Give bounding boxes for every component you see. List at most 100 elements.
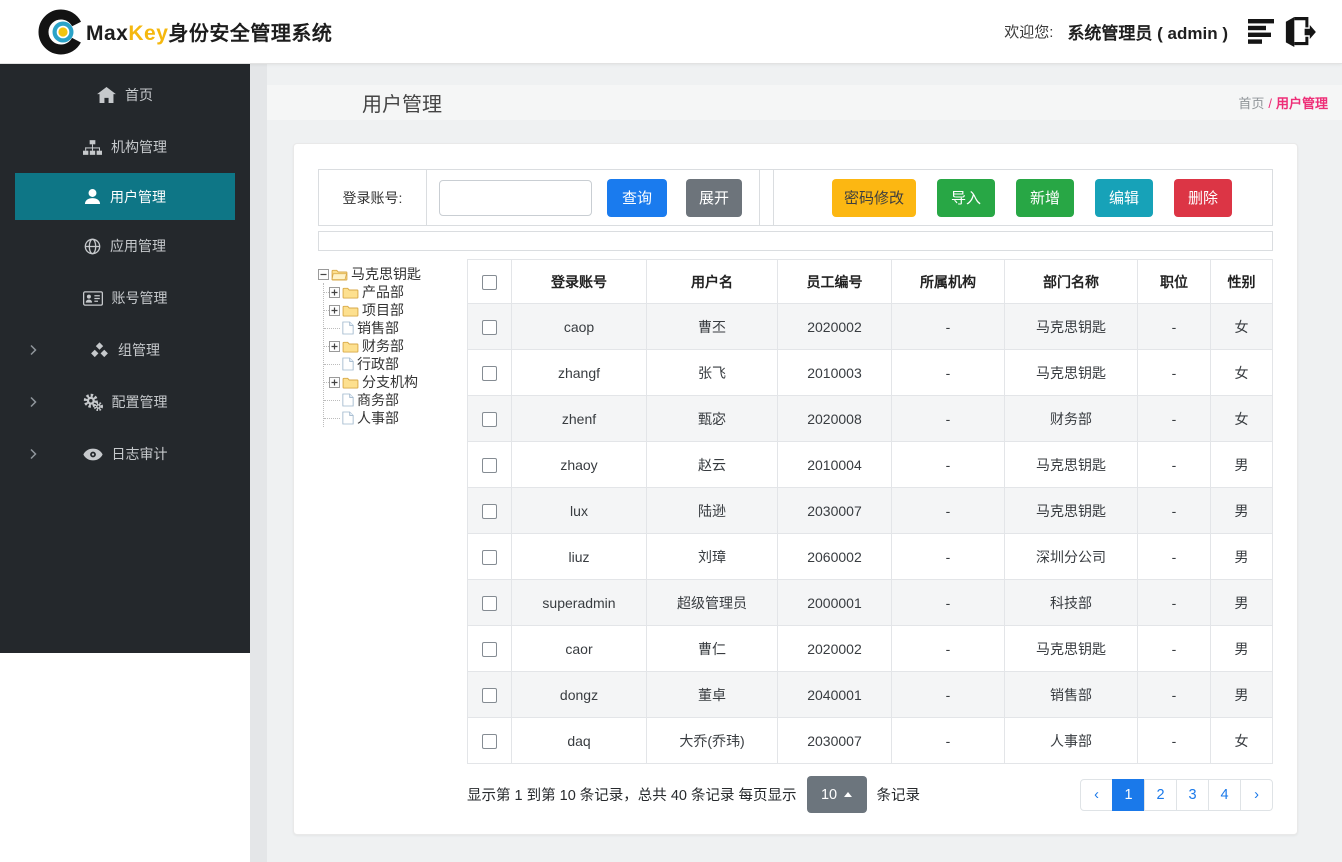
folder-icon xyxy=(342,340,359,353)
page-prev-button[interactable]: ‹ xyxy=(1080,778,1113,811)
page-button-1[interactable]: 1 xyxy=(1112,778,1145,811)
table-cell: 科技部 xyxy=(1004,579,1138,626)
row-checkbox[interactable] xyxy=(482,503,497,519)
column-header: 职位 xyxy=(1137,259,1211,304)
row-checkbox[interactable] xyxy=(482,365,497,381)
table-cell: - xyxy=(891,441,1005,488)
table-cell: - xyxy=(1137,303,1211,350)
sidebar-item-account[interactable]: 账号管理 xyxy=(0,272,250,324)
sidebar-item-config[interactable]: 配置管理 xyxy=(0,376,250,428)
select-all-checkbox[interactable] xyxy=(482,274,497,290)
breadcrumb-home[interactable]: 首页 xyxy=(1238,96,1264,111)
user-table-wrap: 登录账号 用户名 员工编号 所属机构 部门名称 职位 性别 caop 曹丕 2020002- 马克… xyxy=(467,259,1273,813)
chevron-right-icon xyxy=(30,448,37,460)
page-button-3[interactable]: 3 xyxy=(1176,778,1209,811)
topbar: MaxKey身份安全管理系统 欢迎您: 系统管理员 ( admin ) xyxy=(0,0,1342,64)
table-row[interactable]: liuz 刘璋 2060002- 深圳分公司 - 男 xyxy=(467,533,1273,580)
page-button-2[interactable]: 2 xyxy=(1144,778,1177,811)
table-row[interactable]: dongz 董卓 2040001- 销售部 - 男 xyxy=(467,671,1273,718)
row-checkbox[interactable] xyxy=(482,595,497,611)
edit-button[interactable]: 编辑 xyxy=(1095,178,1153,217)
row-checkbox-cell xyxy=(467,533,512,580)
page-size-value: 10 xyxy=(820,786,838,803)
content-card: 登录账号: 查询 展开 密码修改 导入 新增 编辑 删除 马克思钥匙 产品部 项目部 销售部财… xyxy=(293,143,1298,835)
welcome-label: 欢迎您: xyxy=(1004,24,1054,41)
page-size-dropdown[interactable]: 10 xyxy=(806,776,867,813)
table-cell: - xyxy=(1137,395,1211,442)
table-cell: 马克思钥匙 xyxy=(1004,625,1138,672)
import-button[interactable]: 导入 xyxy=(937,178,995,217)
sidebar-item-audit[interactable]: 日志审计 xyxy=(0,428,250,480)
tree-node-label[interactable]: 人事部 xyxy=(357,408,399,428)
tree-node-label[interactable]: 马克思钥匙 xyxy=(351,264,421,284)
change-password-button[interactable]: 密码修改 xyxy=(831,178,916,217)
user-table: 登录账号 用户名 员工编号 所属机构 部门名称 职位 性别 caop 曹丕 2020002- 马克… xyxy=(467,259,1273,764)
globe-icon xyxy=(84,238,101,255)
expand-expander-icon[interactable] xyxy=(329,286,340,298)
table-row[interactable]: zhenf 甄宓 2020008- 财务部 - 女 xyxy=(467,395,1273,442)
row-checkbox-cell xyxy=(467,717,512,764)
table-cell: lux xyxy=(511,487,647,534)
search-controls: 查询 展开 xyxy=(427,170,760,225)
sidebar-item-home[interactable]: 首页 xyxy=(0,69,250,121)
menu-list-icon[interactable] xyxy=(1248,19,1276,44)
folder-open-icon xyxy=(331,268,348,281)
add-button[interactable]: 新增 xyxy=(1016,178,1074,217)
table-cell: 男 xyxy=(1210,487,1273,534)
table-cell: - xyxy=(1137,625,1211,672)
row-checkbox[interactable] xyxy=(482,549,497,565)
table-cell: 男 xyxy=(1210,441,1273,488)
tree-node-label[interactable]: 行政部 xyxy=(357,354,399,374)
expand-button[interactable]: 展开 xyxy=(686,178,742,217)
table-row[interactable]: daq 大乔(乔玮) 2030007- 人事部 - 女 xyxy=(467,717,1273,764)
table-row[interactable]: lux 陆逊 2030007- 马克思钥匙 - 男 xyxy=(467,487,1273,534)
page-next-button[interactable]: › xyxy=(1240,778,1273,811)
sidebar-item-app[interactable]: 应用管理 xyxy=(0,220,250,272)
sidebar-item-label: 用户管理 xyxy=(110,188,166,205)
table-cell: 2000001 xyxy=(777,579,892,626)
tree-node-label[interactable]: 商务部 xyxy=(357,390,399,410)
expand-expander-icon[interactable] xyxy=(329,340,340,352)
expand-expander-icon[interactable] xyxy=(329,376,340,388)
sidebar: 首页 机构管理用户管理应用管理 账号管理 组管理 配置管理 日志审计 xyxy=(0,64,250,862)
row-checkbox[interactable] xyxy=(482,319,497,335)
table-row[interactable]: zhaoy 赵云 2010004- 马克思钥匙 - 男 xyxy=(467,441,1273,488)
tree-node-label[interactable]: 项目部 xyxy=(362,300,404,320)
sidebar-item-org[interactable]: 机构管理 xyxy=(0,121,250,173)
page-button-4[interactable]: 4 xyxy=(1208,778,1241,811)
logout-icon[interactable] xyxy=(1282,16,1316,47)
chevron-right-icon xyxy=(30,396,37,408)
row-checkbox[interactable] xyxy=(482,687,497,703)
file-icon xyxy=(342,321,354,335)
table-cell: 大乔(乔玮) xyxy=(646,717,778,764)
column-header: 所属机构 xyxy=(891,259,1005,304)
tree-node-label[interactable]: 财务部 xyxy=(362,336,404,356)
row-checkbox[interactable] xyxy=(482,641,497,657)
brand-key: Key xyxy=(128,22,169,45)
table-cell: 刘璋 xyxy=(646,533,778,580)
sidebar-item-group[interactable]: 组管理 xyxy=(0,324,250,376)
table-cell: 女 xyxy=(1210,395,1273,442)
delete-button[interactable]: 删除 xyxy=(1174,178,1232,217)
tree-node-label[interactable]: 销售部 xyxy=(357,318,399,338)
table-row[interactable]: superadmin 超级管理员 2000001- 科技部 - 男 xyxy=(467,579,1273,626)
table-row[interactable]: caop 曹丕 2020002- 马克思钥匙 - 女 xyxy=(467,303,1273,350)
tree-node-label[interactable]: 产品部 xyxy=(362,282,404,302)
collapse-expander-icon[interactable] xyxy=(318,268,329,280)
maxkey-logo-icon xyxy=(38,9,84,55)
tree-node-label[interactable]: 分支机构 xyxy=(362,372,418,392)
table-cell: 男 xyxy=(1210,625,1273,672)
expand-expander-icon[interactable] xyxy=(329,304,340,316)
table-row[interactable]: caor 曹仁 2020002- 马克思钥匙 - 男 xyxy=(467,625,1273,672)
login-account-input[interactable] xyxy=(439,179,592,216)
row-checkbox[interactable] xyxy=(482,457,497,473)
tree-node: 销售部 xyxy=(324,319,458,337)
table-row[interactable]: zhangf 张飞 2010003- 马克思钥匙 - 女 xyxy=(467,349,1273,396)
row-checkbox-cell xyxy=(467,671,512,718)
sitemap-icon xyxy=(83,139,102,155)
row-checkbox[interactable] xyxy=(482,411,497,427)
file-icon xyxy=(342,357,354,371)
row-checkbox[interactable] xyxy=(482,733,497,749)
sidebar-item-user[interactable]: 用户管理 xyxy=(15,173,235,220)
query-button[interactable]: 查询 xyxy=(607,178,667,217)
